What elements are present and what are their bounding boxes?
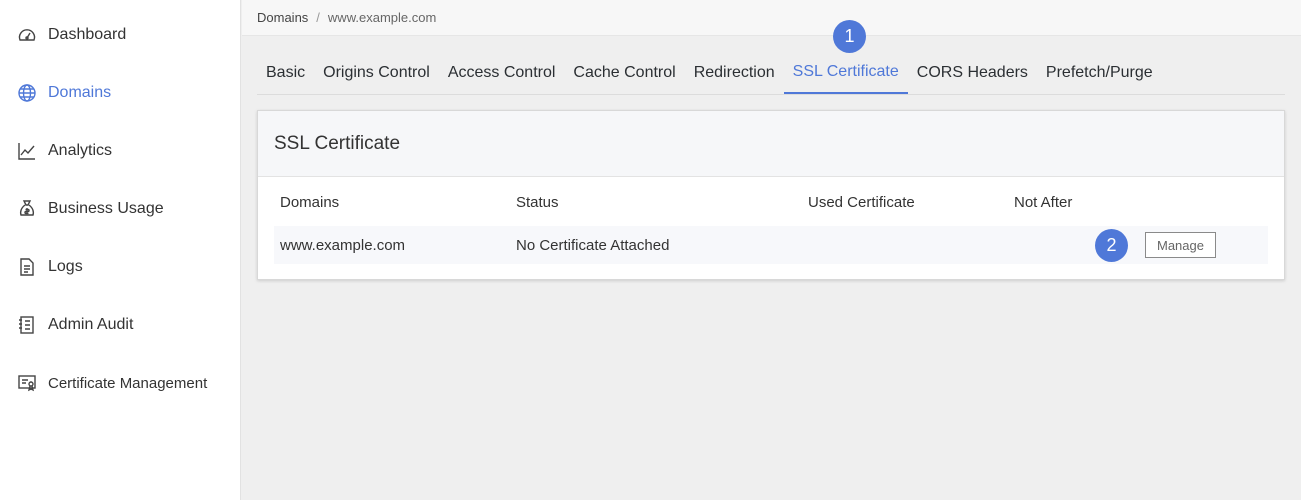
- sidebar: Dashboard Domains Analytics Business Usa…: [0, 0, 241, 500]
- manage-button[interactable]: Manage: [1145, 232, 1216, 258]
- breadcrumb: Domains / www.example.com: [242, 0, 1301, 36]
- table-header: Domains Status Used Certificate Not Afte…: [274, 178, 1268, 226]
- ssl-certificate-panel: SSL Certificate Domains Status Used Cert…: [257, 110, 1285, 280]
- certificate-icon: [16, 372, 38, 394]
- sidebar-item-business-usage[interactable]: Business Usage: [0, 180, 241, 238]
- tab-basic[interactable]: Basic: [257, 51, 314, 94]
- sidebar-item-logs[interactable]: Logs: [0, 238, 241, 296]
- sidebar-item-admin-audit[interactable]: Admin Audit: [0, 296, 241, 354]
- tab-cache-control[interactable]: Cache Control: [564, 51, 684, 94]
- document-icon: [16, 256, 38, 278]
- ssl-table: Domains Status Used Certificate Not Afte…: [274, 178, 1268, 264]
- money-bag-icon: [16, 198, 38, 220]
- sidebar-item-label: Logs: [48, 258, 83, 275]
- sidebar-item-domains[interactable]: Domains: [0, 64, 241, 122]
- cell-domain: www.example.com: [280, 236, 406, 254]
- breadcrumb-root[interactable]: Domains: [257, 10, 308, 25]
- panel-title: SSL Certificate: [258, 111, 1284, 177]
- column-header-domains: Domains: [280, 193, 340, 211]
- step-badge-1: 1: [833, 20, 866, 53]
- cell-status: No Certificate Attached: [516, 236, 670, 254]
- column-header-used-certificate: Used Certificate: [808, 193, 915, 211]
- notebook-icon: [16, 314, 38, 336]
- column-header-status: Status: [516, 193, 559, 211]
- sidebar-item-label: Admin Audit: [48, 316, 134, 333]
- gauge-icon: [16, 24, 38, 46]
- sidebar-item-label: Domains: [48, 84, 112, 101]
- sidebar-item-analytics[interactable]: Analytics: [0, 122, 241, 180]
- main-content: Domains / www.example.com Basic Origins …: [242, 0, 1301, 500]
- table-row: www.example.com No Certificate Attached …: [274, 226, 1268, 264]
- tab-cors-headers[interactable]: CORS Headers: [908, 51, 1037, 94]
- tab-access-control[interactable]: Access Control: [439, 51, 565, 94]
- breadcrumb-current: www.example.com: [327, 10, 437, 25]
- sidebar-item-dashboard[interactable]: Dashboard: [0, 6, 241, 64]
- sidebar-item-certificate-management[interactable]: Certificate Management: [0, 354, 241, 412]
- sidebar-item-label: Certificate Management: [48, 374, 208, 392]
- chart-line-icon: [16, 140, 38, 162]
- column-header-not-after: Not After: [1014, 193, 1073, 211]
- tab-bar: Basic Origins Control Access Control Cac…: [257, 52, 1285, 95]
- tab-origins-control[interactable]: Origins Control: [314, 51, 439, 94]
- step-badge-2: 2: [1095, 229, 1128, 262]
- breadcrumb-separator: /: [316, 10, 320, 25]
- tab-prefetch-purge[interactable]: Prefetch/Purge: [1037, 51, 1162, 94]
- sidebar-item-label: Dashboard: [48, 26, 127, 43]
- globe-icon: [16, 82, 38, 104]
- sidebar-item-label: Business Usage: [48, 200, 164, 217]
- tab-redirection[interactable]: Redirection: [685, 51, 784, 94]
- tab-ssl-certificate[interactable]: SSL Certificate: [783, 51, 908, 94]
- sidebar-item-label: Analytics: [48, 142, 113, 159]
